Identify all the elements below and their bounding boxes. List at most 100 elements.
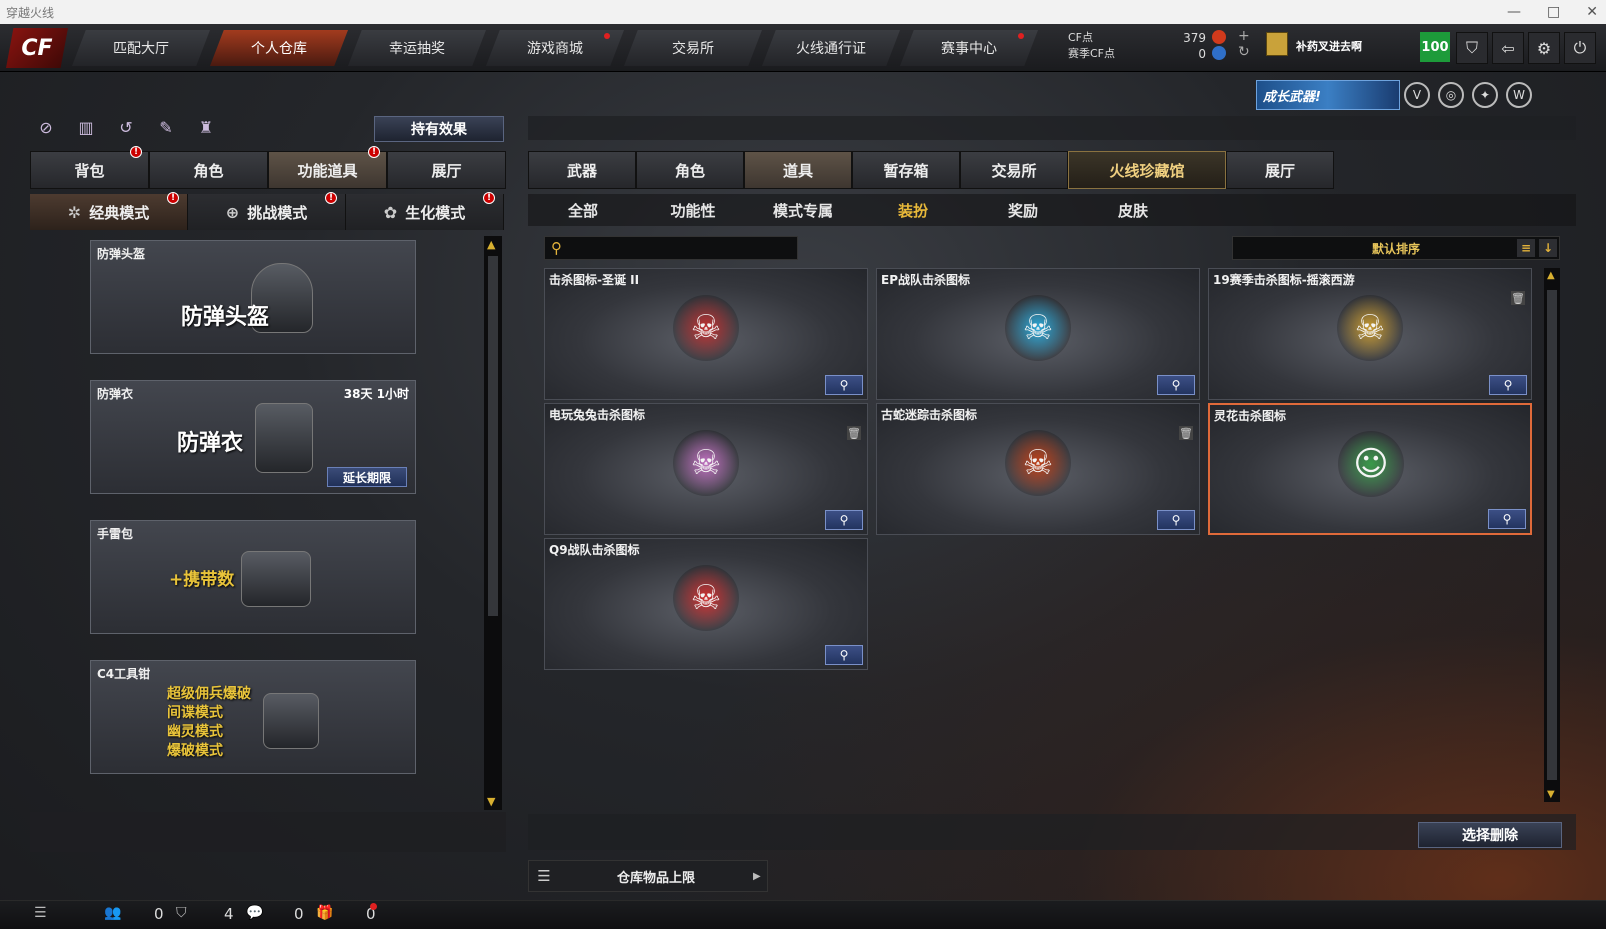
pliers-icon	[263, 693, 319, 749]
right-tab[interactable]: 暂存箱	[852, 151, 960, 189]
select-delete-button[interactable]: 选择删除	[1418, 822, 1562, 848]
trash-icon[interactable]: 🗑	[1511, 291, 1525, 305]
weapon-icon[interactable]: ✦	[1472, 82, 1498, 108]
globe-icon[interactable]: ◎	[1438, 82, 1464, 108]
magnifier-icon: ⚲	[1502, 512, 1512, 526]
item-card[interactable]: EP战队击杀图标 ☠ ⚲	[876, 268, 1200, 400]
recharge-plus-icon[interactable]: +	[1238, 28, 1250, 44]
item-card[interactable]: Q9战队击杀图标 ☠ ⚲	[544, 538, 868, 670]
scroll-thumb[interactable]	[488, 256, 498, 616]
right-tab[interactable]: 武器	[528, 151, 636, 189]
right-tab[interactable]: 火线珍藏馆	[1068, 151, 1226, 189]
sub-tab[interactable]: 奖励	[968, 194, 1078, 226]
bag-icon[interactable]: ♜	[194, 116, 218, 138]
right-tab[interactable]: 交易所	[960, 151, 1068, 189]
maximize-button[interactable]: □	[1547, 0, 1560, 24]
scroll-thumb[interactable]	[1547, 290, 1557, 780]
list-item-grenade-pack[interactable]: 手雷包 +携带数	[90, 520, 416, 634]
friends-count: 0	[154, 905, 164, 923]
search-input[interactable]	[568, 241, 788, 255]
extend-button[interactable]: 延长期限	[327, 467, 407, 487]
scroll-up-icon[interactable]: ▲	[1547, 270, 1555, 281]
list-item-c4-pliers[interactable]: C4工具钳 超级佣兵爆破 间谍模式 幽灵模式 爆破模式	[90, 660, 416, 774]
scroll-down-icon[interactable]: ▼	[1547, 789, 1555, 800]
emblem-v-icon[interactable]: V	[1404, 82, 1430, 108]
zoom-button[interactable]: ⚲	[825, 645, 863, 665]
player-name[interactable]: 补药叉进去啊	[1296, 38, 1362, 54]
list-item-helmet[interactable]: 防弹头盔 防弹头盔	[90, 240, 416, 354]
chevron-right-icon: ▶	[753, 870, 761, 882]
right-scrollbar[interactable]: ▲ ▼	[1544, 268, 1560, 802]
rank-badge-icon[interactable]	[1266, 32, 1288, 56]
growth-weapon-banner[interactable]: 成长武器!	[1256, 80, 1400, 110]
shield-icon[interactable]: ⛉	[1456, 32, 1488, 64]
sub-tab[interactable]: 装扮	[858, 194, 968, 226]
right-tab[interactable]: 展厅	[1226, 151, 1334, 189]
nav-tab[interactable]: 火线通行证	[762, 30, 900, 66]
nav-tab[interactable]: 个人仓库	[210, 30, 348, 66]
sub-tab[interactable]: 全部	[528, 194, 638, 226]
left-tab[interactable]: 角色	[149, 151, 268, 189]
right-tab[interactable]: 角色	[636, 151, 744, 189]
list-item-vest[interactable]: 防弹衣 38天 1小时 防弹衣 延长期限	[90, 380, 416, 494]
sub-tab[interactable]: 皮肤	[1078, 194, 1188, 226]
refresh-icon[interactable]: ↻	[1238, 44, 1250, 60]
zoom-button[interactable]: ⚲	[1488, 509, 1526, 529]
chat-icon[interactable]: 💬	[246, 905, 263, 921]
zoom-button[interactable]: ⚲	[1489, 375, 1527, 395]
cf-logo[interactable]: CF	[6, 28, 68, 68]
kill-emblem-icon: ☠	[1337, 295, 1403, 361]
clan-shield-icon[interactable]: ⛉	[176, 905, 187, 921]
zoom-button[interactable]: ⚲	[1157, 375, 1195, 395]
points-labels: CF点 赛季CF点	[1068, 30, 1115, 62]
item-card[interactable]: 电玩兔兔击杀图标 ☠ 🗑 ⚲	[544, 403, 868, 535]
vip-v-icon[interactable]: W	[1506, 82, 1532, 108]
holding-effects-button[interactable]: 持有效果	[374, 116, 504, 142]
left-tab[interactable]: 功能道具!	[268, 146, 387, 189]
scroll-down-icon[interactable]: ▼	[487, 795, 495, 808]
cf-coin-icon	[1212, 30, 1226, 44]
zoom-button[interactable]: ⚲	[825, 510, 863, 530]
nav-tab[interactable]: 游戏商城	[486, 30, 624, 66]
menu-list-icon[interactable]: ☰	[34, 905, 47, 921]
zoom-button[interactable]: ⚲	[825, 375, 863, 395]
item-card[interactable]: 击杀图标-圣诞 II ☠ ⚲	[544, 268, 868, 400]
search-box[interactable]: ⚲	[544, 236, 798, 260]
item-card[interactable]: 灵花击杀图标 ☺ ⚲	[1208, 403, 1532, 535]
right-tab[interactable]: 道具	[744, 151, 852, 189]
close-button[interactable]: ✕	[1586, 0, 1598, 24]
item-card[interactable]: 19赛季击杀图标-摇滚西游 ☠ 🗑 ⚲	[1208, 268, 1532, 400]
nav-tab[interactable]: 幸运抽奖	[348, 30, 486, 66]
mode-tab[interactable]: ✲ 经典模式!	[30, 192, 188, 230]
history-icon[interactable]: ↺	[114, 116, 138, 138]
item-card[interactable]: 古蛇迷踪击杀图标 ☠ 🗑 ⚲	[876, 403, 1200, 535]
friends-icon[interactable]: 👥	[104, 905, 121, 921]
sort-direction-icon[interactable]: ↓	[1539, 239, 1557, 257]
left-tab[interactable]: 背包!	[30, 146, 149, 189]
left-scrollbar[interactable]: ▲ ▼	[484, 236, 502, 810]
level-badge[interactable]: 100	[1420, 32, 1450, 62]
capacity-button[interactable]: ☰ 仓库物品上限 ▶	[528, 860, 768, 892]
trash-icon[interactable]: 🗑	[847, 426, 861, 440]
gift-icon[interactable]: 🎁	[316, 905, 333, 921]
toggle-off-icon[interactable]: ⊘	[34, 116, 58, 138]
mode-tab[interactable]: ✿ 生化模式!	[346, 192, 504, 230]
nav-tab[interactable]: 交易所	[624, 30, 762, 66]
spray-icon[interactable]: ✎	[154, 116, 178, 138]
sub-tab[interactable]: 功能性	[638, 194, 748, 226]
minimize-button[interactable]: —	[1507, 0, 1521, 24]
mode-tab[interactable]: ⊕ 挑战模式!	[188, 192, 346, 230]
exit-room-icon[interactable]: ⇦	[1492, 32, 1524, 64]
power-icon[interactable]: ⏻	[1564, 32, 1596, 64]
stats-icon[interactable]: ▥	[74, 116, 98, 138]
gear-icon[interactable]: ⚙	[1528, 32, 1560, 64]
sort-dropdown[interactable]: 默认排序 ≡ ↓	[1232, 236, 1560, 260]
left-tab[interactable]: 展厅	[387, 151, 506, 189]
nav-tab[interactable]: 赛事中心	[900, 30, 1038, 66]
nav-tab[interactable]: 匹配大厅	[72, 30, 210, 66]
sub-tab[interactable]: 模式专属	[748, 194, 858, 226]
scroll-up-icon[interactable]: ▲	[487, 238, 495, 251]
zoom-button[interactable]: ⚲	[1157, 510, 1195, 530]
sort-list-icon[interactable]: ≡	[1517, 239, 1535, 257]
trash-icon[interactable]: 🗑	[1179, 426, 1193, 440]
